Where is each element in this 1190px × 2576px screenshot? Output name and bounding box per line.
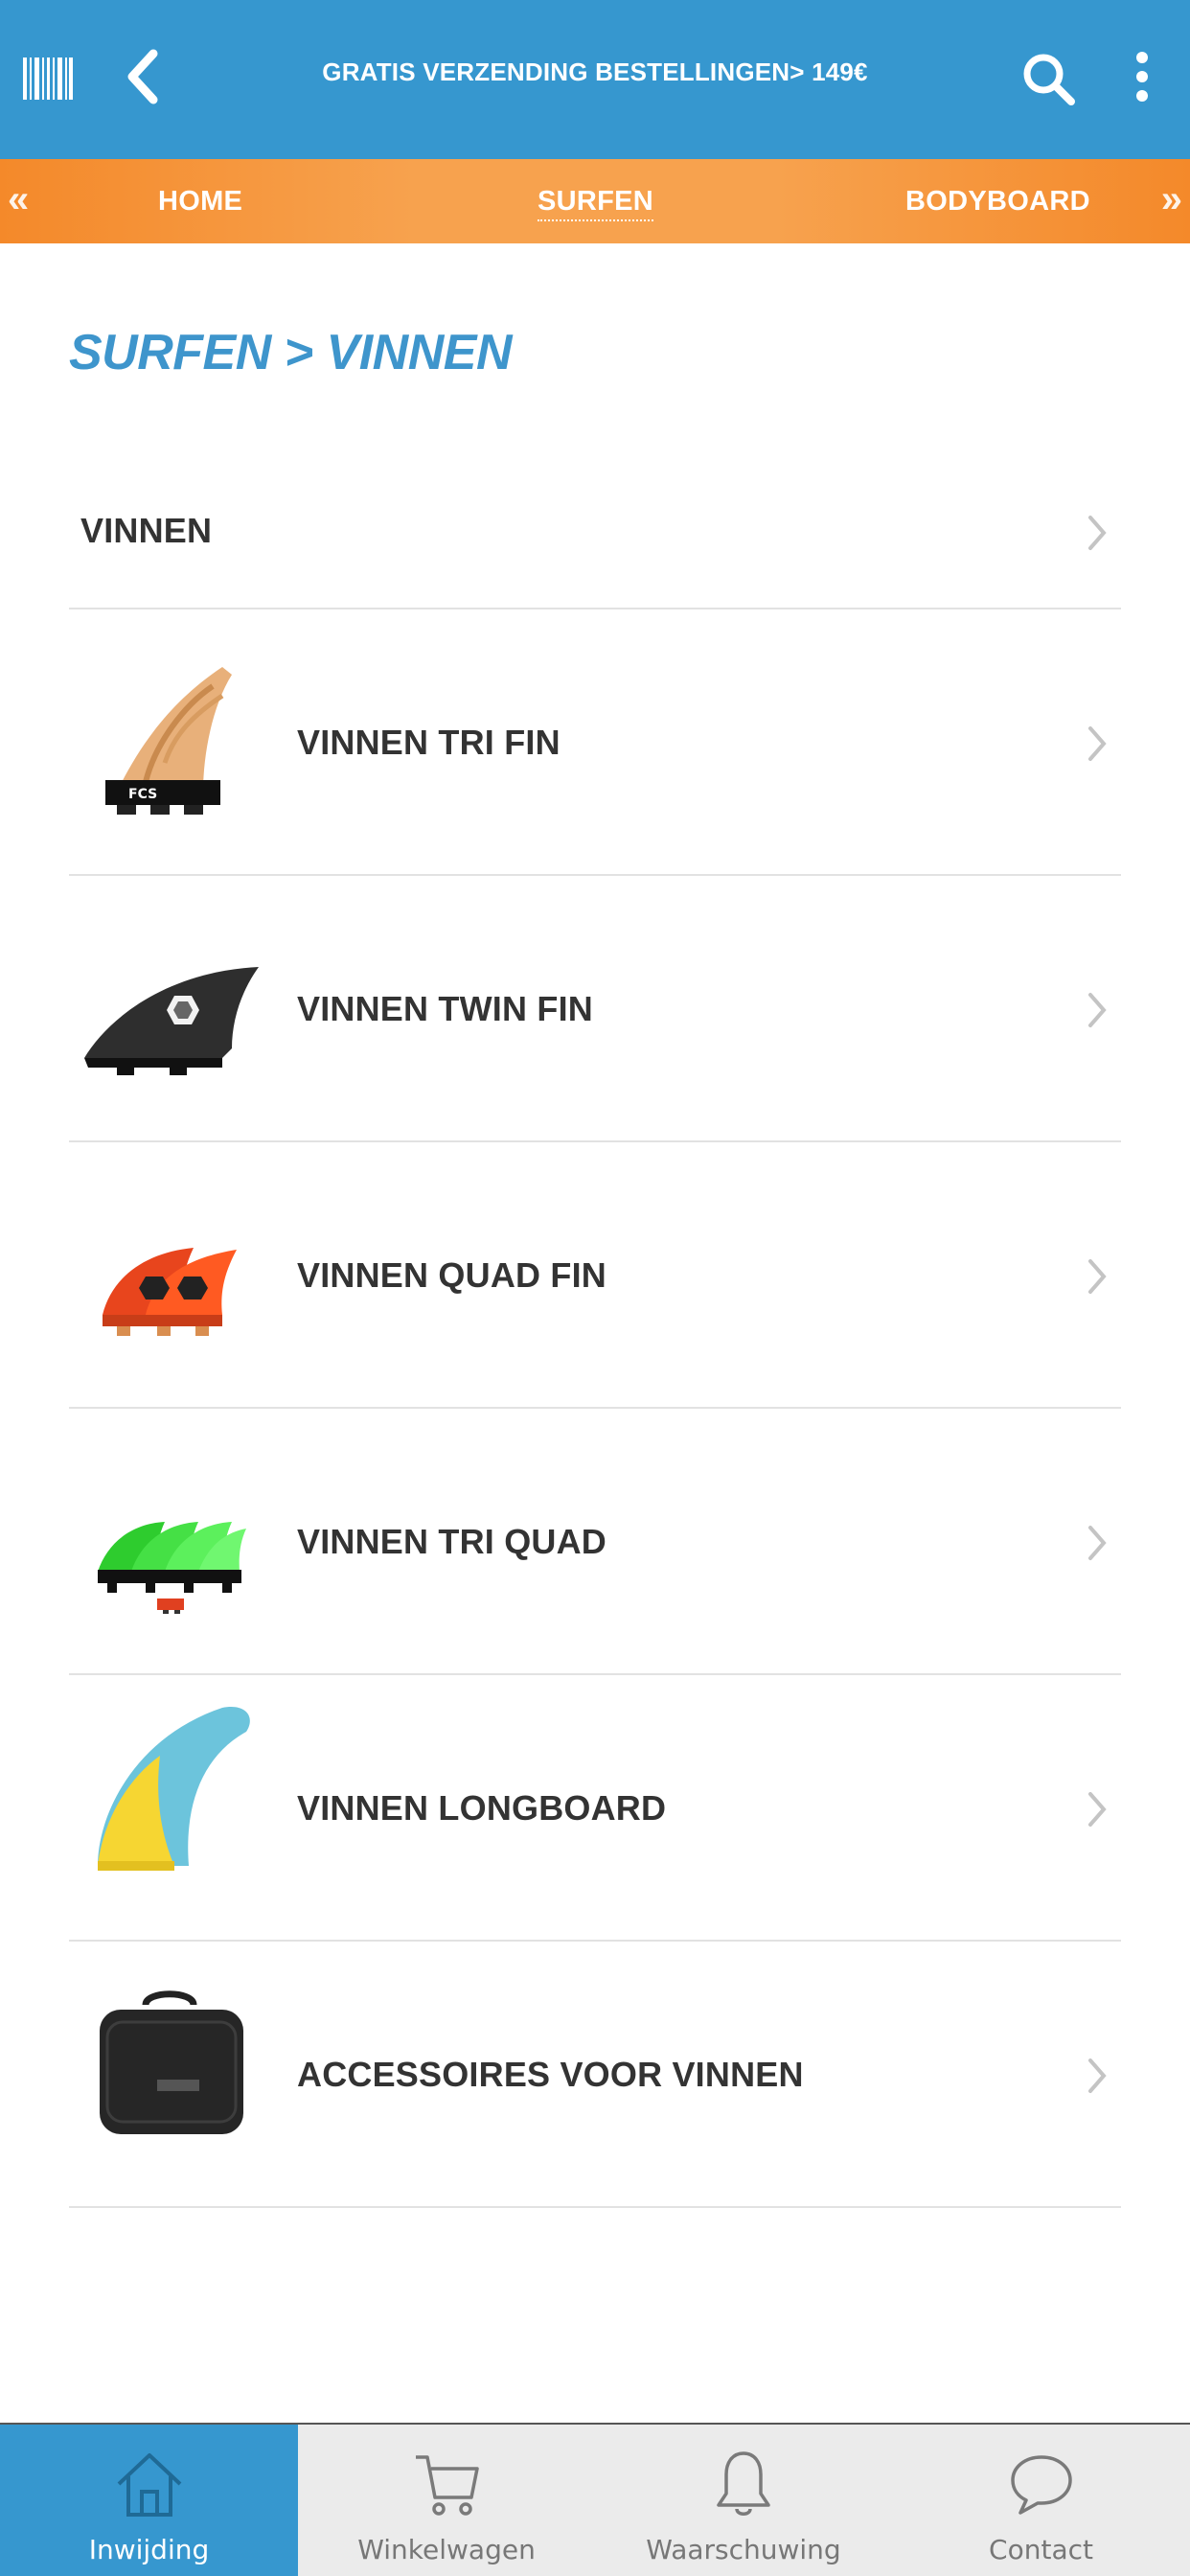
bottom-tab-bar: Inwijding Winkelwagen Waarschuwing Conta… bbox=[0, 2423, 1190, 2576]
chat-bubble-icon bbox=[1010, 2455, 1072, 2515]
list-item-label: VINNEN TWIN FIN bbox=[297, 989, 593, 1028]
list-item-twin-fin[interactable]: VINNEN TWIN FIN bbox=[69, 876, 1121, 1142]
nav-item-home[interactable]: HOME bbox=[158, 186, 242, 218]
fin-bag-image bbox=[100, 1990, 243, 2134]
longboard-fin-image bbox=[98, 1707, 250, 1871]
tab-label: Inwijding bbox=[88, 2534, 210, 2565]
back-arrow-icon[interactable] bbox=[123, 48, 161, 105]
chevron-right-icon bbox=[1088, 2058, 1107, 2093]
tab-waarschuwing[interactable]: Waarschuwing bbox=[595, 2425, 892, 2576]
list-item-longboard[interactable]: VINNEN LONGBOARD bbox=[69, 1675, 1121, 1942]
category-nav: « HOME SURFEN BODYBOARD » bbox=[0, 159, 1190, 243]
tab-contact[interactable]: Contact bbox=[892, 2425, 1190, 2576]
list-item-label: VINNEN LONGBOARD bbox=[297, 1788, 667, 1828]
chevron-right-icon bbox=[1088, 1526, 1107, 1560]
quad-fin-image bbox=[103, 1248, 237, 1336]
nav-item-surfen[interactable]: SURFEN bbox=[538, 186, 654, 221]
list-item-quad-fin[interactable]: VINNEN QUAD FIN bbox=[69, 1142, 1121, 1409]
chevron-right-icon bbox=[1088, 516, 1107, 550]
list-item-vinnen[interactable]: VINNEN bbox=[69, 456, 1121, 610]
tri-fin-image: FCS bbox=[79, 648, 261, 830]
list-item-label: VINNEN TRI QUAD bbox=[297, 1522, 607, 1561]
twin-fin-image bbox=[84, 967, 259, 1075]
chevron-right-icon bbox=[1088, 1259, 1107, 1294]
list-item-label: VINNEN bbox=[80, 511, 213, 550]
more-vertical-icon[interactable] bbox=[1131, 50, 1154, 104]
list-item-accessoires[interactable]: ACCESSOIRES VOOR VINNEN bbox=[69, 1942, 1121, 2208]
cart-icon bbox=[416, 2455, 479, 2516]
tab-label: Contact bbox=[989, 2534, 1093, 2565]
search-icon[interactable] bbox=[1019, 50, 1077, 107]
list-item-label: VINNEN TRI FIN bbox=[297, 723, 561, 762]
nav-right-arrow[interactable]: » bbox=[1161, 180, 1182, 218]
list-item-label: ACCESSOIRES VOOR VINNEN bbox=[297, 2055, 804, 2094]
chevron-right-icon bbox=[1088, 726, 1107, 761]
free-shipping-banner: GRATIS VERZENDING BESTELLINGEN> 149€ bbox=[322, 58, 868, 86]
tab-winkelwagen[interactable]: Winkelwagen bbox=[298, 2425, 595, 2576]
tab-label: Winkelwagen bbox=[357, 2534, 536, 2565]
breadcrumb-title: SURFEN > VINNEN bbox=[69, 325, 513, 380]
tab-label: Waarschuwing bbox=[646, 2534, 841, 2565]
list-item-tri-quad[interactable]: VINNEN TRI QUAD bbox=[69, 1409, 1121, 1675]
home-icon bbox=[117, 2453, 181, 2517]
svg-text:FCS: FCS bbox=[128, 787, 157, 802]
nav-left-arrow[interactable]: « bbox=[8, 180, 29, 218]
barcode-icon[interactable] bbox=[23, 58, 73, 100]
list-item-label: VINNEN QUAD FIN bbox=[297, 1255, 607, 1295]
chevron-right-icon bbox=[1088, 993, 1107, 1027]
chevron-right-icon bbox=[1088, 1792, 1107, 1827]
top-bar: GRATIS VERZENDING BESTELLINGEN> 149€ bbox=[0, 0, 1190, 159]
tri-quad-image bbox=[98, 1522, 246, 1614]
tab-inwijding[interactable]: Inwijding bbox=[0, 2425, 298, 2576]
list-item-tri-fin[interactable]: FCS VINNEN TRI FIN bbox=[69, 610, 1121, 876]
bell-icon bbox=[717, 2451, 770, 2516]
nav-item-bodyboard[interactable]: BODYBOARD bbox=[905, 186, 1090, 218]
